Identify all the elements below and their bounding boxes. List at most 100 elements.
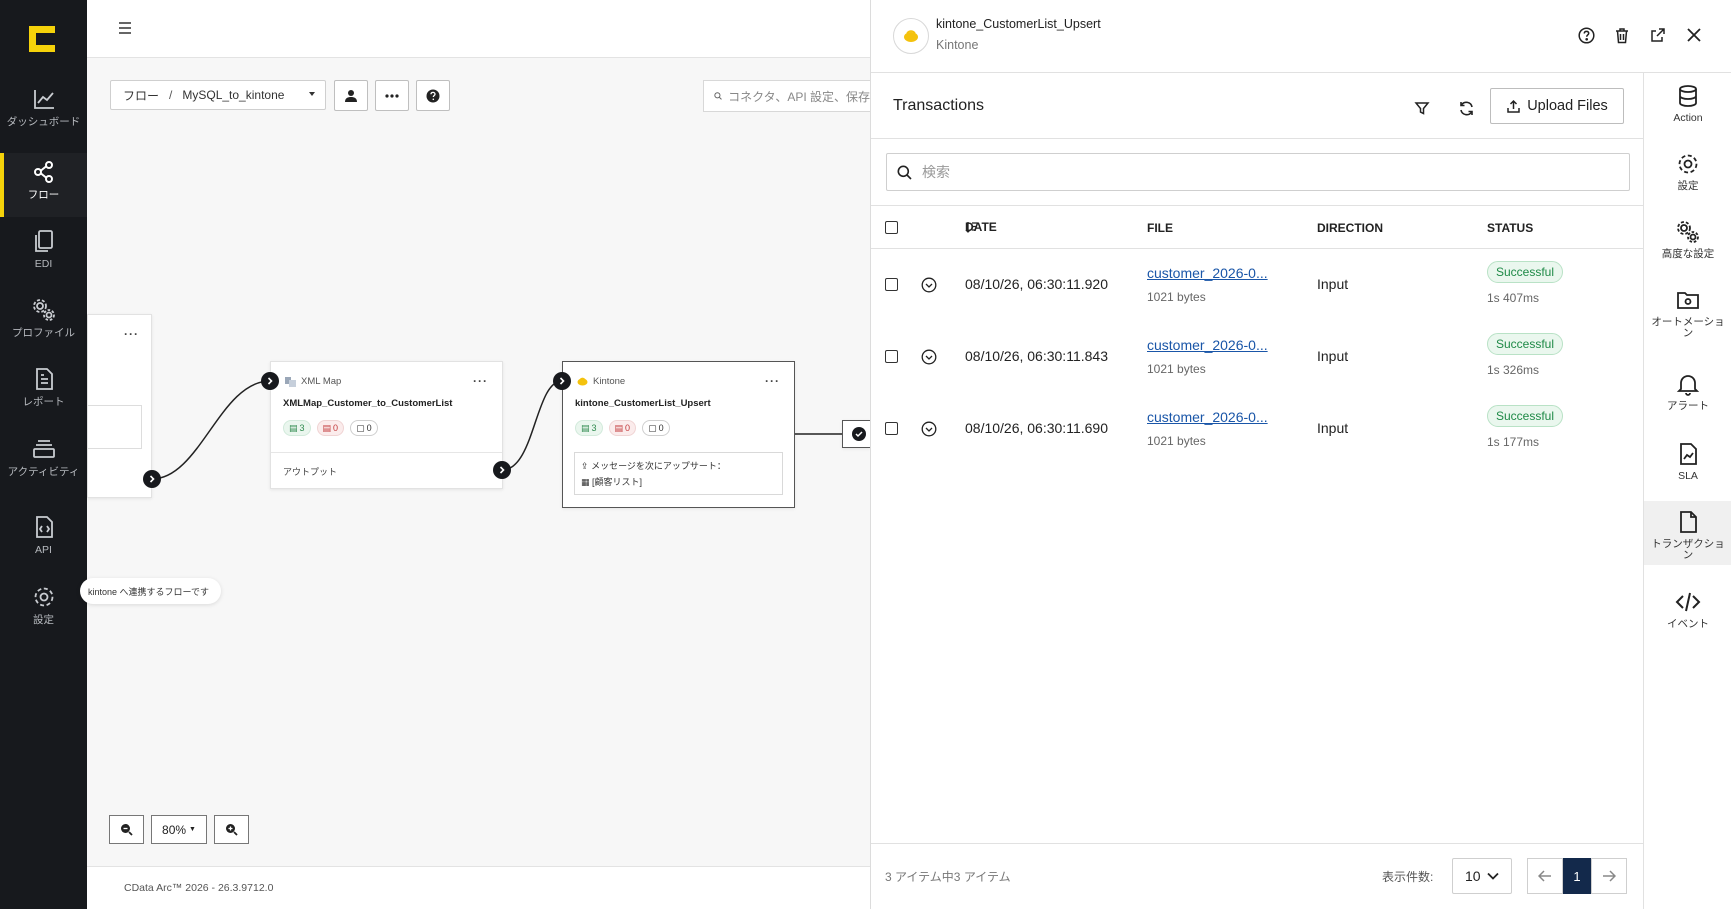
breadcrumb-root[interactable]: フロー	[123, 87, 159, 104]
database-icon	[1679, 85, 1697, 107]
upload-files-button[interactable]: Upload Files	[1490, 88, 1624, 124]
node-type: Kintone	[577, 376, 625, 387]
transactions-search[interactable]	[886, 153, 1630, 191]
table-row[interactable]: 08/10/26, 06:30:11.690 customer_2026-0..…	[871, 393, 1644, 465]
help-icon	[426, 89, 440, 102]
flow-node-xmlmap[interactable]: XML Map ··· XMLMap_Customer_to_CustomerL…	[270, 361, 503, 489]
transactions-table: DATE FILE DIRECTION STATUS 08/10/26, 06:…	[871, 206, 1644, 465]
nav-item-api[interactable]: API	[0, 508, 87, 572]
row-direction: Input	[1317, 348, 1349, 364]
chevron-down-icon: ▼	[189, 826, 196, 833]
chevron-right-icon	[499, 466, 505, 474]
rail-tab-action[interactable]: Action	[1644, 75, 1731, 139]
flow-node-kintone[interactable]: Kintone ··· kintone_CustomerList_Upsert …	[562, 361, 795, 508]
rail-tab-settings[interactable]: 設定	[1644, 143, 1731, 207]
flow-node-next[interactable]	[842, 420, 870, 448]
file-icon: ▤	[614, 422, 624, 433]
connection-wire	[501, 380, 563, 471]
node-type: XML Map	[285, 376, 341, 387]
upload-icon: ⇪	[581, 461, 589, 471]
file-icon: ▢	[648, 422, 657, 433]
connector-search-input[interactable]: コネクタ、API 設定、保存	[703, 80, 870, 112]
transaction-file-icon	[1680, 511, 1697, 533]
rail-label: オートメーション	[1651, 316, 1725, 339]
rail-tab-alerts[interactable]: アラート	[1644, 363, 1731, 427]
nav-item-report[interactable]: レポート	[0, 360, 87, 424]
row-checkbox[interactable]	[885, 278, 898, 291]
rail-tab-advanced-settings[interactable]: 高度な設定	[1644, 211, 1731, 275]
previous-page-button[interactable]	[1527, 858, 1563, 894]
row-checkbox[interactable]	[885, 350, 898, 363]
pending-count-badge[interactable]: ▢ 0	[350, 420, 378, 436]
table-row[interactable]: 08/10/26, 06:30:11.843 customer_2026-0..…	[871, 321, 1644, 393]
rail-tab-automation[interactable]: オートメーション	[1644, 279, 1731, 343]
page-size-select[interactable]: 10	[1452, 858, 1512, 894]
flow-breadcrumb[interactable]: フロー / MySQL_to_kintone	[110, 80, 326, 110]
row-file-link[interactable]: customer_2026-0...	[1147, 337, 1283, 353]
nav-item-dashboard[interactable]: ダッシュボード	[0, 80, 87, 144]
user-button[interactable]	[334, 80, 368, 111]
zoom-out-icon	[121, 824, 133, 836]
input-port[interactable]	[553, 372, 571, 390]
check-circle-outline-icon	[921, 421, 937, 437]
node-menu-button[interactable]: ···	[473, 374, 488, 388]
select-all-checkbox[interactable]	[885, 221, 898, 234]
filter-button[interactable]	[1411, 97, 1433, 119]
zoom-value: 80%	[162, 822, 187, 837]
row-file-link[interactable]: customer_2026-0...	[1147, 409, 1283, 425]
node-type-label: XML Map	[301, 376, 342, 387]
zoom-level-dropdown[interactable]: 80% ▼	[151, 815, 207, 844]
badge-count: 0	[625, 423, 631, 433]
help-button[interactable]	[1576, 25, 1596, 45]
breadcrumb-current: MySQL_to_kintone	[182, 88, 285, 102]
pending-count-badge[interactable]: ▢ 0	[642, 420, 670, 436]
node-menu-button[interactable]: ···	[124, 327, 139, 341]
refresh-button[interactable]	[1455, 97, 1477, 119]
node-output-label: アウトプット	[283, 467, 338, 477]
row-file-link[interactable]: customer_2026-0...	[1147, 265, 1283, 281]
ellipsis-icon	[385, 93, 399, 98]
node-menu-button[interactable]: ···	[765, 374, 780, 388]
connector-title: kintone_CustomerList_Upsert	[936, 17, 1101, 31]
input-port[interactable]	[261, 372, 279, 390]
nav-item-activity[interactable]: アクティビティ	[0, 430, 87, 494]
nav-label: 設定	[33, 614, 54, 626]
page-number-button[interactable]: 1	[1563, 858, 1591, 894]
more-options-button[interactable]	[375, 80, 409, 111]
rail-tab-sla[interactable]: SLA	[1644, 433, 1731, 497]
menu-toggle-icon[interactable]	[117, 20, 133, 36]
table-row[interactable]: 08/10/26, 06:30:11.920 customer_2026-0..…	[871, 249, 1644, 321]
success-count-badge[interactable]: ▤ 3	[283, 420, 311, 436]
external-link-icon	[1651, 28, 1665, 42]
zoom-in-button[interactable]	[214, 815, 249, 844]
row-file-size: 1021 bytes	[1147, 290, 1206, 304]
nav-item-settings[interactable]: 設定	[0, 578, 87, 642]
output-port[interactable]	[143, 470, 161, 488]
delete-button[interactable]	[1612, 25, 1632, 45]
api-file-icon	[35, 516, 53, 538]
rail-tab-events[interactable]: イベント	[1644, 581, 1731, 645]
nav-item-edi[interactable]: EDI	[0, 222, 87, 286]
gear-icon	[34, 587, 53, 607]
error-count-badge[interactable]: ▤ 0	[316, 420, 345, 436]
error-count-badge[interactable]: ▤ 0	[608, 420, 637, 436]
flow-node-source[interactable]: ···	[87, 314, 152, 498]
transactions-search-input[interactable]	[922, 164, 1612, 180]
nav-item-flow[interactable]: フロー	[0, 153, 87, 217]
nav-item-profile[interactable]: プロファイル	[0, 291, 87, 355]
cdata-logo[interactable]	[29, 26, 57, 52]
column-header-date[interactable]: DATE	[965, 220, 997, 234]
table-icon: ▦	[581, 477, 590, 487]
success-count-badge[interactable]: ▤ 3	[575, 420, 603, 436]
help-button[interactable]	[416, 80, 450, 111]
next-page-button[interactable]	[1591, 858, 1627, 894]
open-external-button[interactable]	[1648, 25, 1668, 45]
close-panel-button[interactable]	[1684, 25, 1704, 45]
xml-map-icon	[285, 376, 296, 387]
connection-wire	[151, 380, 271, 480]
file-icon: ▤	[289, 422, 298, 433]
zoom-out-button[interactable]	[109, 815, 144, 844]
row-checkbox[interactable]	[885, 422, 898, 435]
output-port[interactable]	[493, 461, 511, 479]
rail-tab-transactions[interactable]: トランザクション	[1644, 501, 1731, 565]
